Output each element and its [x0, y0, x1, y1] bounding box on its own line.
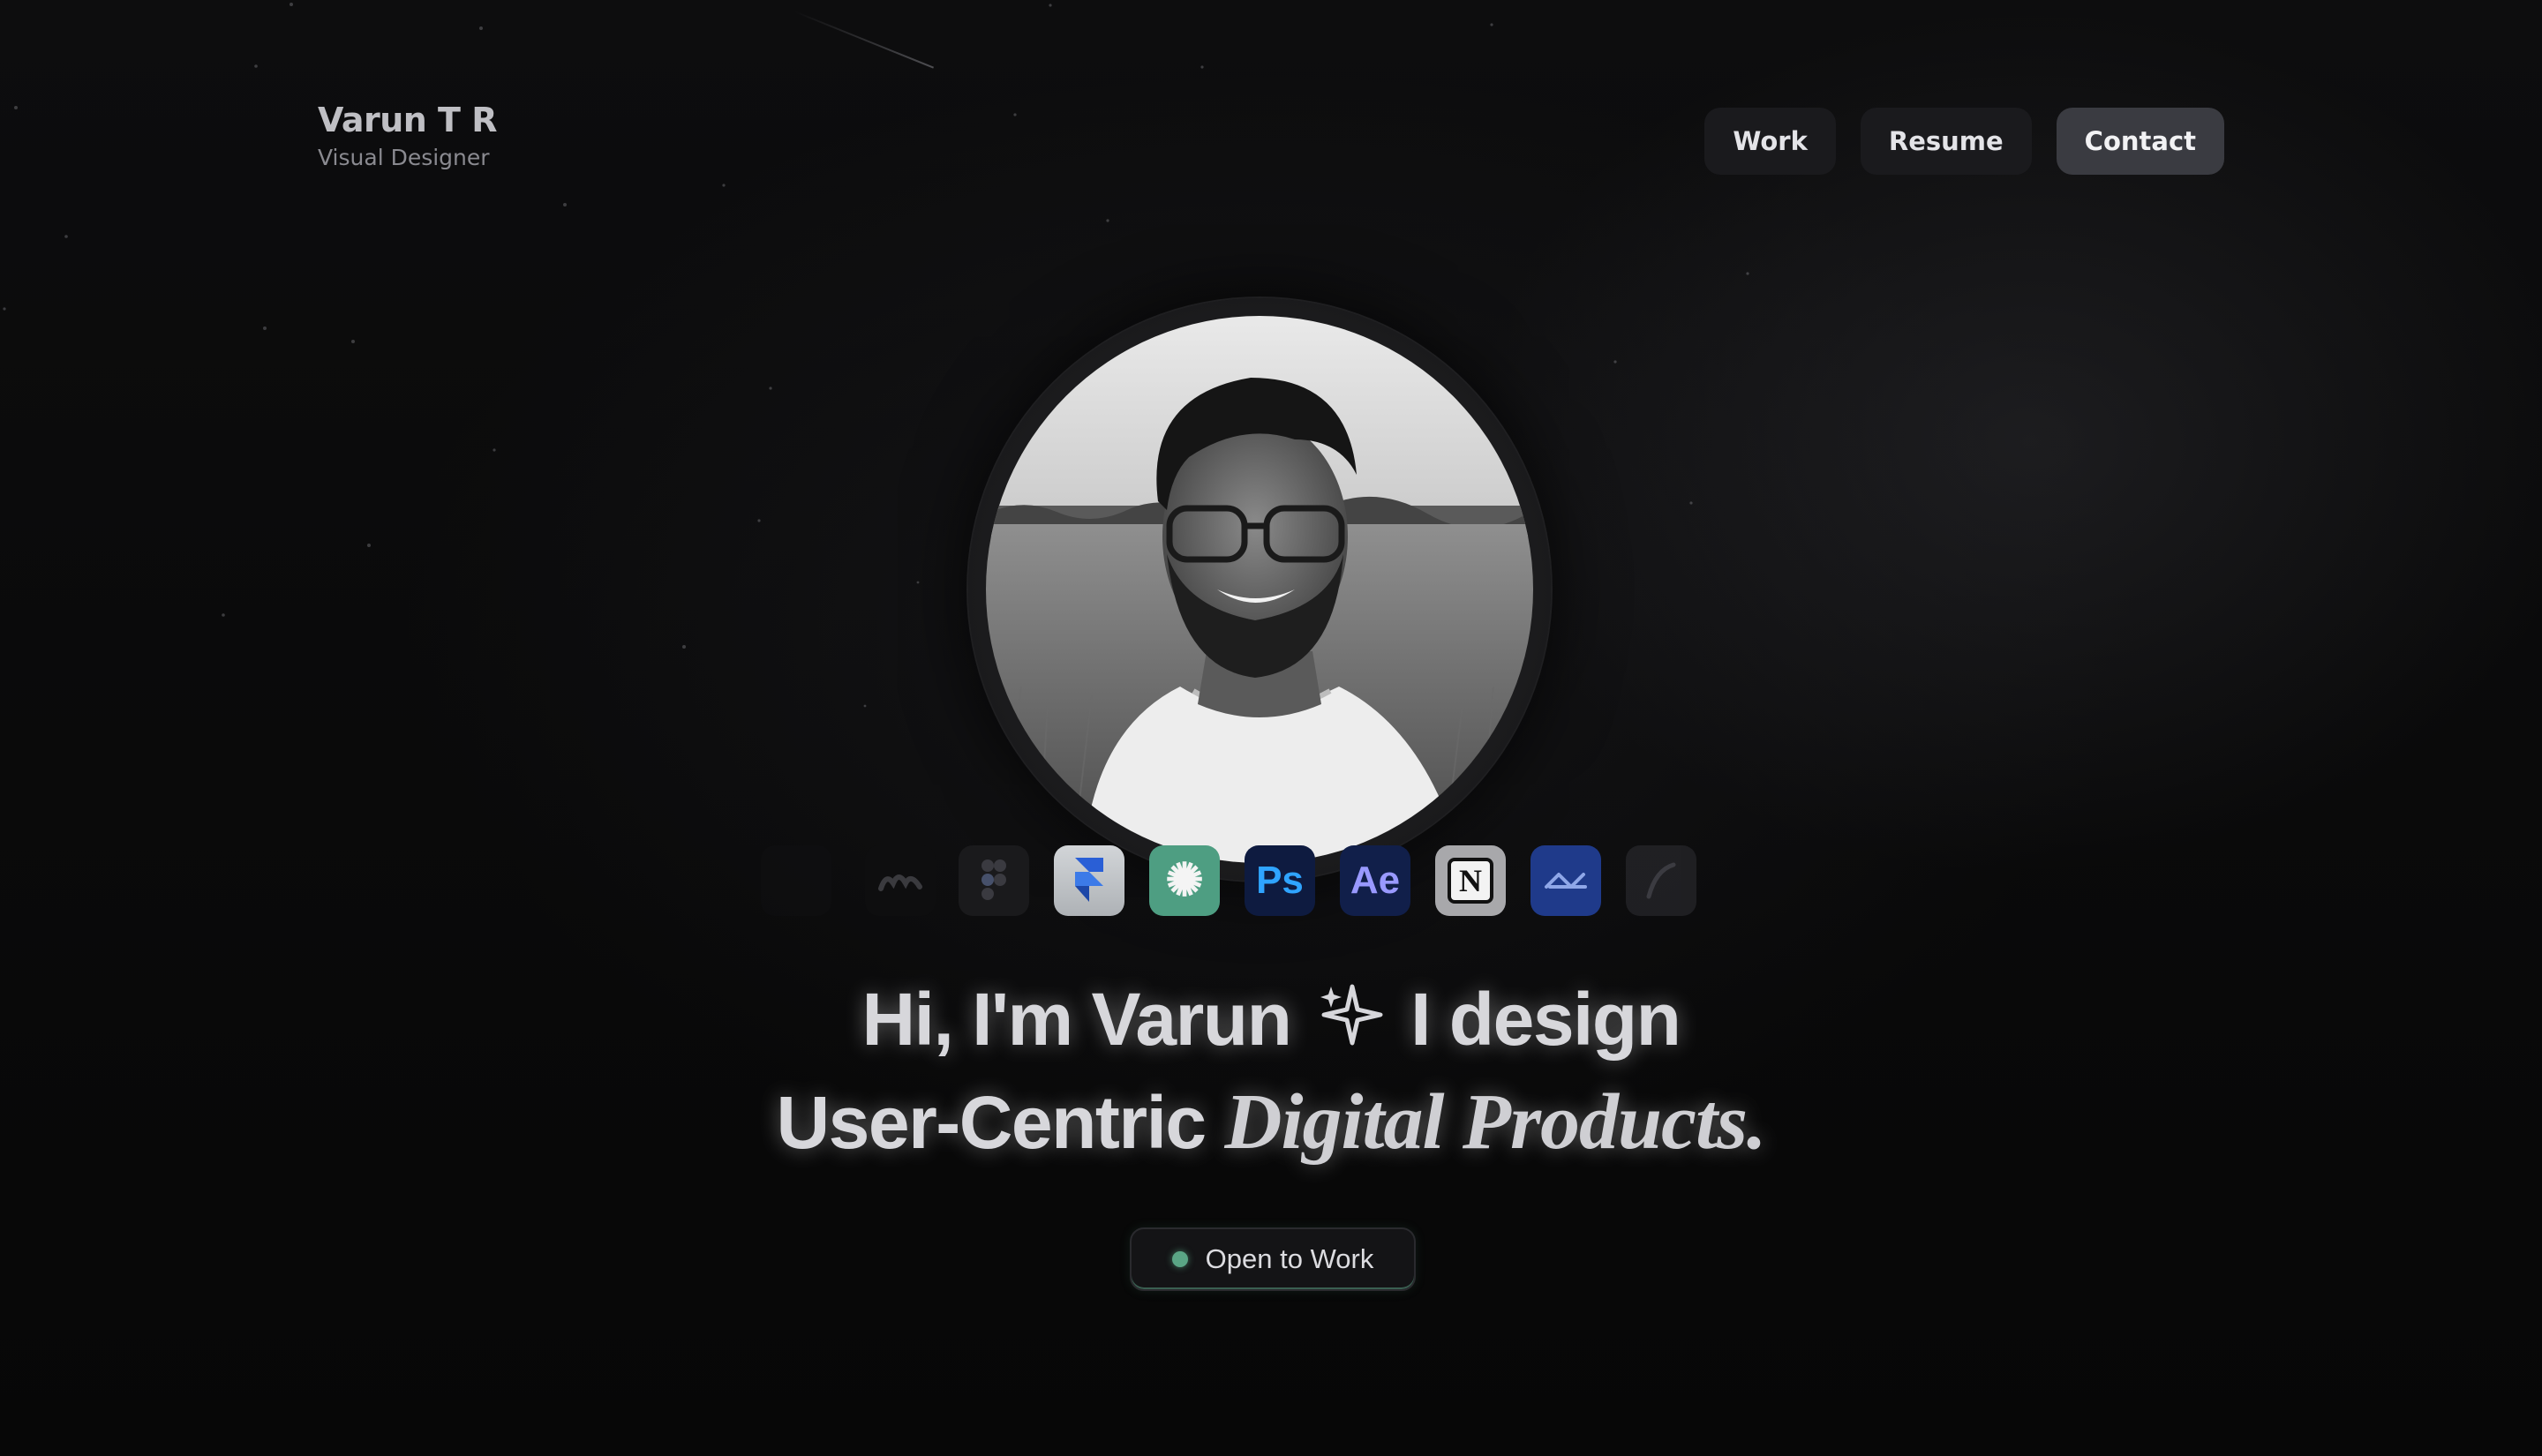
open-to-work-badge[interactable]: Open to Work: [1130, 1227, 1416, 1291]
photoshop-icon: Ps: [1245, 845, 1315, 916]
notion-glyph: N: [1448, 858, 1493, 904]
hero-headline-line2: User-Centric Digital Products.: [0, 1078, 2542, 1167]
hero-user-centric: User-Centric: [776, 1081, 1207, 1164]
nav-resume-button[interactable]: Resume: [1860, 108, 2032, 175]
tool-icons-row: ✺ Ps Ae N: [0, 845, 2542, 918]
status-dot-icon: [1171, 1251, 1188, 1267]
brand-role: Visual Designer: [318, 145, 490, 170]
hero-greeting: Hi, I'm Varun: [861, 978, 1291, 1061]
faded-tool-icon: [761, 845, 831, 916]
nav-work-button[interactable]: Work: [1704, 108, 1836, 175]
brand-name: Varun T R: [318, 101, 497, 139]
chatgpt-icon: ✺: [1149, 845, 1220, 916]
curve-tool-icon: [1626, 845, 1696, 916]
after-effects-icon: Ae: [1340, 845, 1410, 916]
brand-block[interactable]: Varun T R Visual Designer: [318, 99, 497, 173]
hero-digital-products: Digital Products.: [1224, 1078, 1766, 1166]
hero-design-phrase: I design: [1410, 978, 1681, 1061]
figma-icon: [959, 845, 1029, 916]
framer-icon: [1054, 845, 1124, 916]
profile-photo: [986, 316, 1533, 863]
miro-like-icon: [865, 845, 936, 916]
ui-infinity-icon: [1530, 845, 1601, 916]
notion-icon: N: [1435, 845, 1506, 916]
hero-headline-line1: Hi, I'm Varun I design: [0, 975, 2542, 1063]
status-label: Open to Work: [1205, 1243, 1374, 1274]
top-nav: Work Resume Contact: [1704, 108, 2224, 175]
sparkles-icon: [1320, 984, 1383, 1046]
nav-contact-button[interactable]: Contact: [2056, 108, 2224, 175]
